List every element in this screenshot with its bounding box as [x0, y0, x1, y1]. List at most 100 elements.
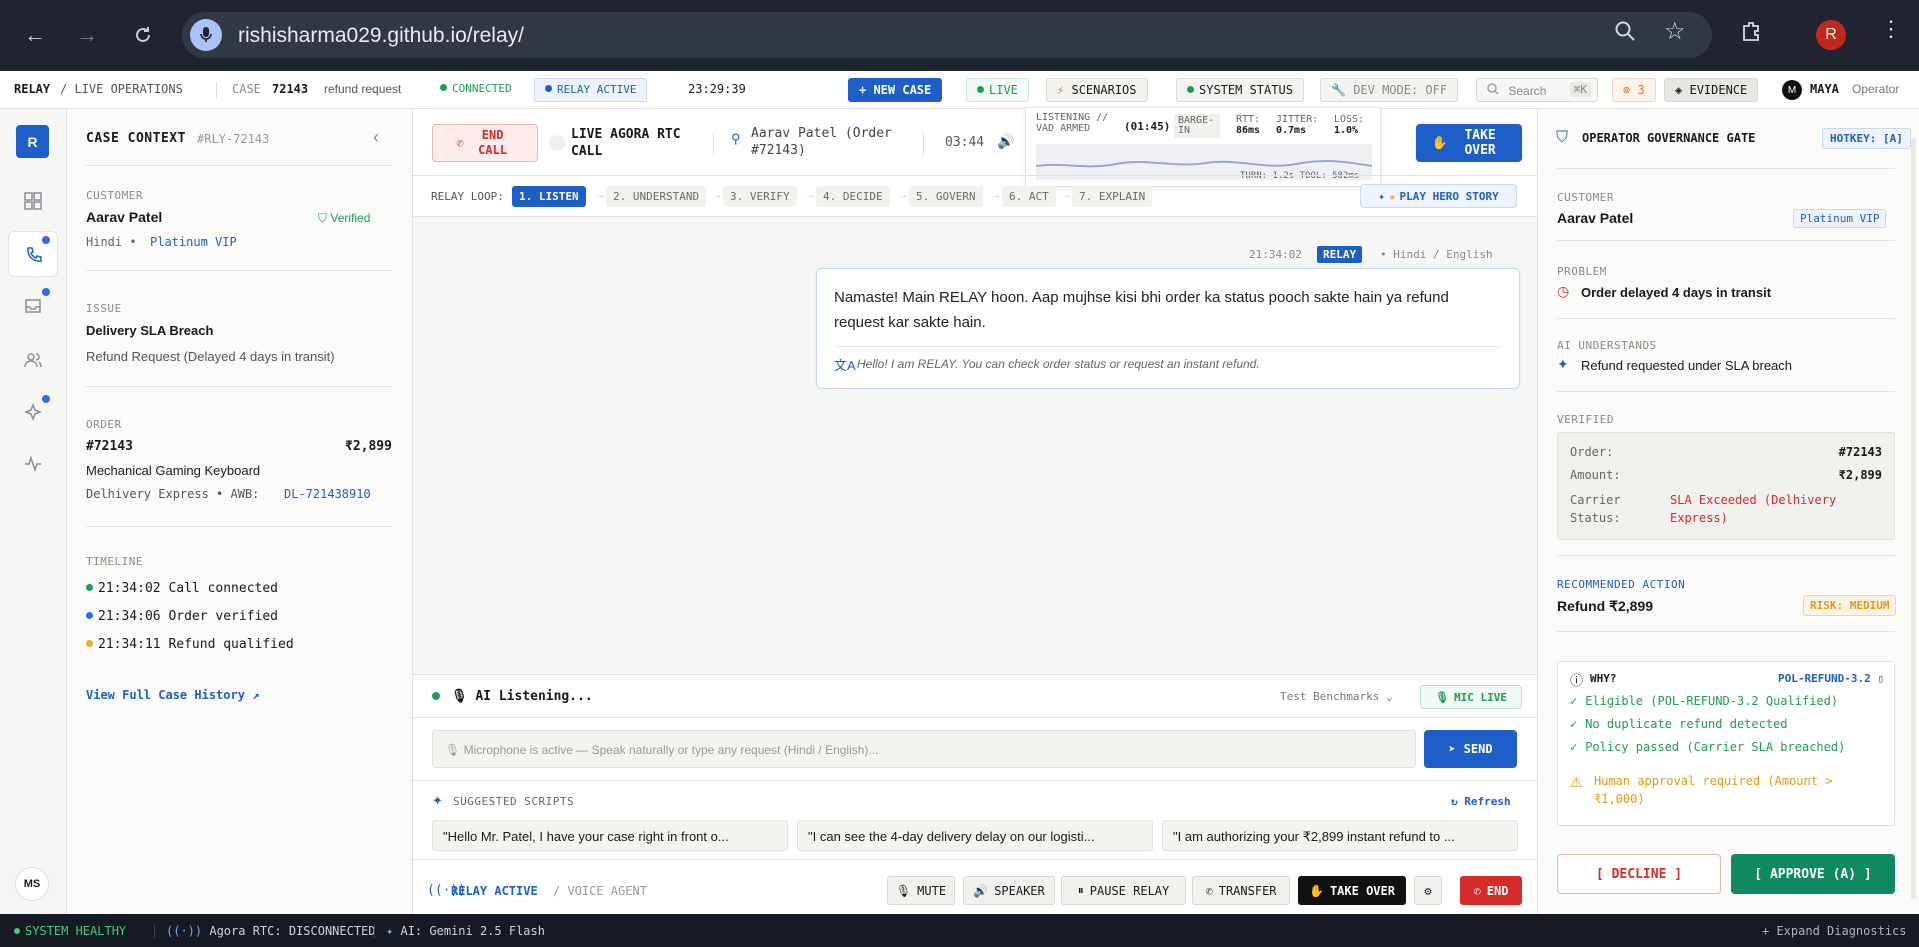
extensions-icon[interactable]: [1740, 20, 1762, 48]
relay-loop-step[interactable]: 4. DECIDE: [816, 186, 890, 207]
message-input-placeholder: 🎙 Microphone is active — Speak naturally…: [445, 743, 879, 757]
sparkle-icon: ✦: [1557, 356, 1569, 372]
script-suggestion-1[interactable]: "Hello Mr. Patel, I have your case right…: [432, 820, 788, 851]
wrench-icon: 🔧: [1331, 83, 1346, 97]
customer-tier: Platinum VIP: [150, 235, 237, 249]
calls-badge: [42, 236, 50, 244]
case-type: refund request: [324, 82, 402, 96]
awb-link[interactable]: DL-721438910: [284, 487, 371, 501]
dashboard-icon[interactable]: [20, 188, 46, 214]
dev-mode-toggle[interactable]: 🔧 DEV MODE: OFF: [1320, 78, 1459, 102]
policy-link[interactable]: POL-REFUND-3.2 ▯: [1778, 672, 1884, 685]
forward-icon[interactable]: →: [70, 18, 104, 52]
play-hero-story-button[interactable]: ✦ ★ PLAY HERO STORY: [1360, 184, 1517, 208]
why-box: ⓘ WHY? POL-REFUND-3.2 ▯ ✓ Eligible (POL-R…: [1557, 661, 1895, 826]
scrollbar[interactable]: [1911, 139, 1916, 899]
relay-loop-step[interactable]: 7. EXPLAIN: [1072, 186, 1153, 207]
external-link-icon: ↗: [252, 688, 260, 702]
sparkle-icon[interactable]: [20, 399, 46, 425]
divider: [1557, 391, 1895, 392]
recommended-label: RECOMMENDED ACTION: [1557, 578, 1686, 591]
address-bar[interactable]: rishisharma029.github.io/relay/: [182, 12, 1712, 58]
menu-kebab-icon[interactable]: ⋮: [1880, 16, 1902, 42]
system-health: SYSTEM HEALTHY: [14, 924, 126, 938]
relay-loop-step[interactable]: 5. GOVERN: [909, 186, 983, 207]
script-suggestion-2[interactable]: "I can see the 4-day delivery delay on o…: [797, 820, 1153, 851]
alert-icon: ⊚: [1623, 83, 1631, 97]
scenarios-button[interactable]: ⚡ SCENARIOS: [1046, 78, 1148, 102]
mic-live-badge[interactable]: 🎙 MIC LIVE: [1420, 685, 1522, 709]
jitter-value: 0.7ms: [1276, 125, 1307, 136]
approve-button[interactable]: [ APPROVE (A) ]: [1731, 854, 1895, 894]
back-icon[interactable]: ←: [18, 18, 52, 52]
bookmark-star-icon[interactable]: ☆: [1664, 17, 1686, 46]
alerts-badge[interactable]: ⊚ 3: [1612, 78, 1656, 102]
new-case-button[interactable]: + NEW CASE: [848, 78, 943, 102]
status-bar: SYSTEM HEALTHY ((·)) Agora RTC: DISCONNE…: [0, 914, 1919, 947]
relay-loop-step[interactable]: 6. ACT: [1002, 186, 1056, 207]
controls-voice-agent: / VOICE AGENT: [553, 884, 647, 898]
speaker-button[interactable]: 🔊 SPEAKER: [963, 876, 1055, 905]
benchmarks-dropdown[interactable]: Test Benchmarks ⌄: [1280, 690, 1393, 703]
timeline-item: 21:34:02 Call connected: [86, 581, 278, 596]
call-title: LIVE AGORA RTC CALL: [571, 127, 681, 159]
activity-icon[interactable]: [20, 451, 46, 477]
user-avatar[interactable]: MS: [15, 867, 49, 901]
collapse-chevron-icon[interactable]: ‹: [373, 127, 379, 148]
relay-loop-step[interactable]: 1. LISTEN: [512, 186, 586, 207]
gov-customer-name: Aarav Patel: [1557, 210, 1634, 226]
barge-in-badge: BARGE-IN: [1174, 114, 1220, 138]
app-logo[interactable]: R: [16, 125, 49, 158]
settings-gear-icon[interactable]: ⚙: [1414, 876, 1442, 905]
mic-icon[interactable]: [190, 19, 222, 51]
expand-diagnostics-button[interactable]: + Expand Diagnostics: [1762, 924, 1907, 938]
end-call-button[interactable]: ✆ END CALL: [432, 124, 538, 162]
profile-avatar[interactable]: R: [1816, 20, 1846, 50]
search-box[interactable]: Search ⌘K: [1476, 78, 1598, 102]
gov-customer-label: CUSTOMER: [1557, 191, 1614, 204]
sparkle-icon: ✦: [1378, 189, 1385, 203]
problem-text: Order delayed 4 days in transit: [1581, 285, 1772, 300]
live-badge[interactable]: LIVE: [966, 78, 1029, 102]
divider: [413, 175, 1537, 176]
case-history-link[interactable]: View Full Case History ↗: [86, 688, 259, 702]
message-langs: • Hindi / English: [1380, 248, 1493, 261]
script-suggestion-3[interactable]: "I am authorizing your ₹2,899 instant re…: [1162, 820, 1518, 851]
pause-relay-button[interactable]: ⏸ PAUSE RELAY: [1061, 876, 1186, 905]
inbox-icon[interactable]: [20, 293, 46, 319]
step-arrow-icon: →: [1061, 190, 1071, 201]
message-text: Namaste! Main RELAY hoon. Aap mujhse kis…: [834, 289, 1449, 331]
divider: [1557, 631, 1895, 632]
reload-icon[interactable]: [126, 18, 160, 52]
jitter-label: JITTER:: [1276, 114, 1319, 125]
mute-button[interactable]: 🎙 MUTE: [887, 876, 955, 905]
nav-calls-active[interactable]: [8, 231, 58, 277]
controls-end-button[interactable]: ✆ END: [1460, 876, 1522, 905]
case-id: #RLY-72143: [197, 132, 270, 146]
ai-badge: [42, 395, 50, 403]
system-status-button[interactable]: SYSTEM STATUS: [1176, 78, 1304, 102]
relay-loop-step[interactable]: 3. VERIFY: [723, 186, 797, 207]
users-icon[interactable]: [20, 347, 46, 373]
message-input[interactable]: 🎙 Microphone is active — Speak naturally…: [432, 730, 1416, 768]
zoom-icon[interactable]: [1614, 20, 1636, 48]
controls-relay-active: RELAY ACTIVE: [451, 884, 538, 898]
send-button[interactable]: ➤ SEND: [1424, 730, 1517, 768]
connected-status: CONNECTED: [440, 82, 512, 95]
take-over-button[interactable]: ✋ TAKE OVER: [1416, 124, 1522, 162]
verified-amount-key: Amount:: [1570, 468, 1621, 482]
refresh-icon: ↻: [1451, 795, 1458, 808]
decline-button[interactable]: [ DECLINE ]: [1557, 854, 1721, 894]
controls-take-over-button[interactable]: ✋ TAKE OVER: [1298, 876, 1406, 905]
relay-loop-step[interactable]: 2. UNDERSTAND: [606, 186, 707, 207]
order-number: #72143: [86, 439, 133, 454]
message-time: 21:34:02: [1249, 248, 1302, 261]
shield-icon: ⛉: [1556, 129, 1569, 146]
volume-icon[interactable]: 🔊: [997, 133, 1014, 150]
transfer-button[interactable]: ✆ TRANSFER: [1192, 876, 1290, 905]
inbox-badge: [42, 288, 50, 296]
operator-avatar[interactable]: M: [1782, 80, 1802, 100]
evidence-button[interactable]: ◈ EVIDENCE: [1664, 78, 1759, 102]
rtt-value: 86ms: [1236, 125, 1261, 136]
refresh-button[interactable]: ↻ Refresh: [1451, 795, 1511, 808]
